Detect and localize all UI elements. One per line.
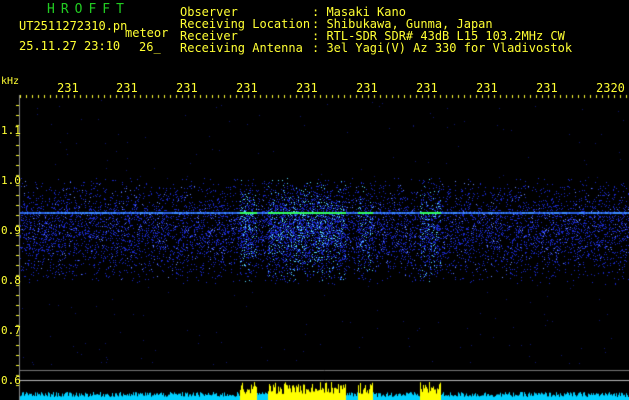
x-tick-8: 231: [536, 81, 558, 95]
spectrogram-canvas: [0, 0, 629, 400]
x-tick-2: 231: [176, 81, 198, 95]
y-axis-unit: kHz: [1, 76, 20, 87]
x-tick-3: 231: [236, 81, 258, 95]
x-tick-4: 231: [296, 81, 318, 95]
y-tick-0-6: 0.6: [1, 374, 21, 387]
mode-label: meteor: [125, 26, 169, 40]
antenna-row: Receiving Antenna : 3el Yagi(V) Az 330 fo…: [180, 41, 572, 55]
x-tick-1: 231: [116, 81, 138, 95]
y-tick-0-8: 0.8: [1, 274, 21, 287]
x-tick-5: 231: [356, 81, 378, 95]
datetime-label: 25.11.27 23:10: [19, 39, 121, 53]
x-tick-9: 2320: [596, 81, 625, 95]
counter-label: 26_: [139, 40, 161, 54]
antenna-label: Receiving Antenna: [180, 41, 303, 55]
app-logo: HROFFT: [47, 2, 130, 17]
x-tick-7: 231: [476, 81, 498, 95]
y-tick-0-9: 0.9: [1, 224, 21, 237]
y-tick-1-0: 1.0: [1, 174, 21, 187]
x-tick-6: 231: [416, 81, 438, 95]
x-tick-0: 231: [57, 81, 79, 95]
y-tick-0-7: 0.7: [1, 324, 21, 337]
filename-label: UT2511272310.pn: [19, 19, 128, 33]
y-tick-1-1: 1.1: [1, 124, 21, 137]
antenna-value: : 3el Yagi(V) Az 330 for Vladivostok: [312, 41, 573, 55]
